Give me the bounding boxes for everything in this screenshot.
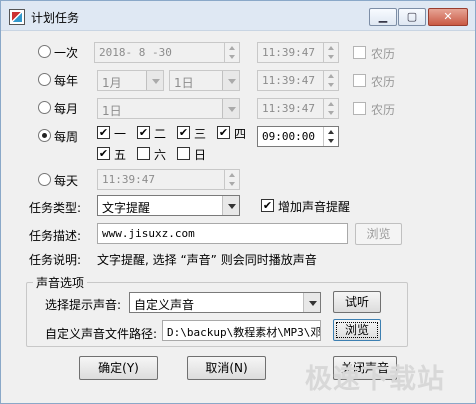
sound-select-value: 自定义声音 [134,298,195,312]
desc-browse-button[interactable]: 浏览 [355,223,402,245]
sound-path-label: 自定义声音文件路径: [45,327,158,341]
label-monthly: 每月 [54,102,79,116]
task-type-value: 文字提醒 [102,201,151,215]
time-spinner[interactable] [323,43,338,62]
chevron-down-icon[interactable] [303,293,320,312]
date-value: 2018- 8 -30 [99,46,172,59]
day-value: 1日 [102,104,122,118]
app-icon [9,9,25,25]
weekday-label-thu: 四 [234,127,247,141]
label-yearly: 每年 [54,74,79,88]
sound-select-label: 选择提示声音: [45,298,122,312]
sound-reminder-label: 增加声音提醒 [278,200,351,214]
time-value: 09:00:00 [262,130,315,143]
sound-path-input[interactable]: D:\backup\教程素材\MP3\邓紫 [162,320,321,341]
sound-browse-button[interactable]: 浏览 [333,319,381,341]
sound-options-title: 声音选项 [33,274,88,291]
lunar-checkbox-yearly[interactable] [353,74,366,87]
sound-reminder-checkbox[interactable]: ✔ [261,199,274,212]
watermark: 极速下载站 [305,364,445,395]
radio-weekly[interactable] [38,129,51,142]
weekday-label-wed: 三 [194,127,207,141]
month-select-yearly[interactable]: 1月 [97,70,164,91]
task-scheduler-window: 计划任务 ▁ ▢ ✕ 一次 2018- 8 -30 11:39:47 农历 每年… [0,0,476,404]
time-picker-daily[interactable]: 11:39:47 [97,169,240,190]
task-desc-label: 任务描述: [29,229,82,243]
time-picker-once[interactable]: 11:39:47 [257,42,339,63]
time-value: 11:39:47 [262,74,315,87]
weekday-label-sun: 日 [194,148,207,162]
time-picker-monthly[interactable]: 11:39:47 [257,98,339,119]
chevron-down-icon[interactable] [222,99,239,118]
chevron-down-icon[interactable] [222,196,239,215]
cancel-button[interactable]: 取消(N) [187,356,266,380]
weekday-checkbox-sun[interactable] [177,147,190,160]
window-title: 计划任务 [31,11,80,25]
label-daily: 每天 [54,174,79,188]
maximize-button[interactable]: ▢ [398,8,426,26]
weekday-label-fri: 五 [114,148,127,162]
time-picker-weekly[interactable]: 09:00:00 [257,126,339,147]
preview-sound-button[interactable]: 试听 [333,291,381,313]
day-value: 1日 [174,76,194,90]
weekday-checkbox-sat[interactable] [137,147,150,160]
lunar-checkbox-monthly[interactable] [353,102,366,115]
task-type-label: 任务类型: [29,201,82,215]
radio-once[interactable] [38,45,51,58]
weekday-checkbox-mon[interactable]: ✔ [97,126,110,139]
ok-button[interactable]: 确定(Y) [79,356,158,380]
radio-yearly[interactable] [38,73,51,86]
lunar-label-yearly: 农历 [371,75,396,89]
lunar-checkbox-once[interactable] [353,46,366,59]
radio-monthly[interactable] [38,101,51,114]
time-spinner[interactable] [323,127,338,146]
task-desc-input[interactable]: www.jisuxz.com [97,223,348,244]
time-value: 11:39:47 [262,102,315,115]
weekday-checkbox-wed[interactable]: ✔ [177,126,190,139]
task-note-label: 任务说明: [29,253,82,267]
weekday-label-tue: 二 [154,127,167,141]
sound-select[interactable]: 自定义声音 [129,292,321,313]
weekday-label-mon: 一 [114,127,127,141]
weekday-checkbox-fri[interactable]: ✔ [97,147,110,160]
chevron-down-icon[interactable] [222,71,239,90]
close-button[interactable]: ✕ [428,8,468,26]
chevron-down-icon[interactable] [146,71,163,90]
label-once: 一次 [54,46,79,60]
task-note-text: 文字提醒, 选择 “声音” 则会同时播放声音 [97,253,317,267]
date-spinner[interactable] [224,43,239,62]
month-value: 1月 [102,76,122,90]
time-spinner[interactable] [323,71,338,90]
time-value: 11:39:47 [262,46,315,59]
time-spinner[interactable] [224,170,239,189]
title-bar[interactable]: 计划任务 ▁ ▢ ✕ [1,1,475,31]
weekday-checkbox-thu[interactable]: ✔ [217,126,230,139]
weekday-label-sat: 六 [154,148,167,162]
radio-daily[interactable] [38,173,51,186]
label-weekly: 每周 [54,130,79,144]
day-select-yearly[interactable]: 1日 [169,70,240,91]
task-type-select[interactable]: 文字提醒 [97,195,240,216]
time-value: 11:39:47 [102,173,155,186]
lunar-label-monthly: 农历 [371,103,396,117]
lunar-label-once: 农历 [371,47,396,61]
weekday-checkbox-tue[interactable]: ✔ [137,126,150,139]
date-picker-once[interactable]: 2018- 8 -30 [94,42,240,63]
day-select-monthly[interactable]: 1日 [97,98,240,119]
task-desc-value: www.jisuxz.com [102,227,195,240]
time-spinner[interactable] [323,99,338,118]
minimize-button[interactable]: ▁ [369,8,397,26]
sound-path-value: D:\backup\教程素材\MP3\邓紫 [167,326,321,339]
time-picker-yearly[interactable]: 11:39:47 [257,70,339,91]
